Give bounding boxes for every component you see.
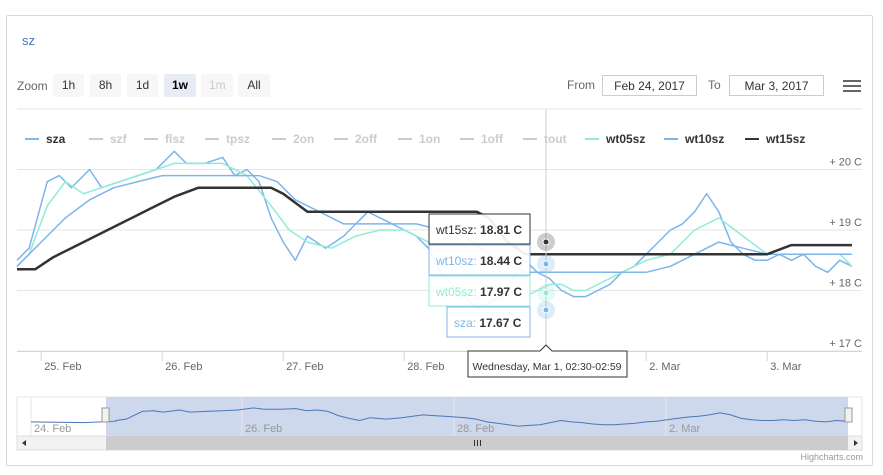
- legend: sza szf flsz tpsz 2on 2off 1on 1off tout wt05sz wt…: [25, 132, 805, 146]
- y-tick-label: + 17 C: [829, 338, 862, 350]
- hover-marker: [542, 238, 550, 246]
- x-tick-label: 25. Feb: [44, 361, 81, 373]
- legend-item-1off: 1off: [481, 132, 504, 146]
- legend-item-tout: tout: [544, 132, 567, 146]
- navigator-tick-label: 26. Feb: [245, 423, 282, 435]
- legend-item-sza: sza: [46, 132, 66, 146]
- chart-svg: sza szf flsz tpsz 2on 2off 1on 1off tout wt05sz wt…: [16, 108, 863, 451]
- legend-item-wt10sz: wt10sz: [684, 132, 724, 146]
- x-tick-label: 2. Mar: [649, 361, 681, 373]
- hover-marker: [542, 306, 550, 314]
- legend-item-flsz: flsz: [165, 132, 185, 146]
- tooltip-row-wt05sz: wt05sz: 17.97 C: [435, 285, 522, 299]
- y-tick-label: + 19 C: [829, 217, 862, 229]
- navigator-tick-label: 2. Mar: [669, 423, 701, 435]
- tooltip-row-wt15sz: wt15sz: 18.81 C: [435, 223, 522, 237]
- legend-item-szf: szf: [110, 132, 128, 146]
- legend-item-tpsz: tpsz: [226, 132, 250, 146]
- hover-marker: [542, 260, 550, 268]
- tooltip-row-sza: sza: 17.67 C: [454, 316, 522, 330]
- x-tick-label: 28. Feb: [407, 361, 444, 373]
- x-tick-label: 26. Feb: [165, 361, 202, 373]
- navigator-tick-label: 24. Feb: [34, 423, 71, 435]
- x-tick-label: 27. Feb: [286, 361, 323, 373]
- navigator-right-handle: [844, 407, 853, 423]
- navigator-tick-label: 28. Feb: [457, 423, 494, 435]
- credits-link[interactable]: Highcharts.com: [800, 452, 863, 462]
- y-tick-label: + 18 C: [829, 278, 862, 290]
- y-tick-label: + 20 C: [829, 157, 862, 169]
- hover-marker: [542, 289, 550, 297]
- legend-item-wt15sz: wt15sz: [765, 132, 805, 146]
- legend-item-2on: 2on: [293, 132, 314, 146]
- legend-item-1on: 1on: [419, 132, 440, 146]
- x-tick-label: 3. Mar: [770, 361, 802, 373]
- date-label: Wednesday, Mar 1, 02:30-02:59: [472, 361, 621, 373]
- legend-item-2off: 2off: [355, 132, 378, 146]
- tooltip-row-wt10sz: wt10sz: 18.44 C: [435, 254, 522, 268]
- tooltip: wt15sz: 18.81 C wt10sz: 18.44 C wt05sz: 17…: [428, 213, 628, 378]
- navigator-left-handle: [101, 407, 110, 423]
- navigator[interactable]: 24. Feb 26. Feb 28. Feb 2. Mar: [16, 396, 863, 451]
- legend-item-wt05sz: wt05sz: [605, 132, 645, 146]
